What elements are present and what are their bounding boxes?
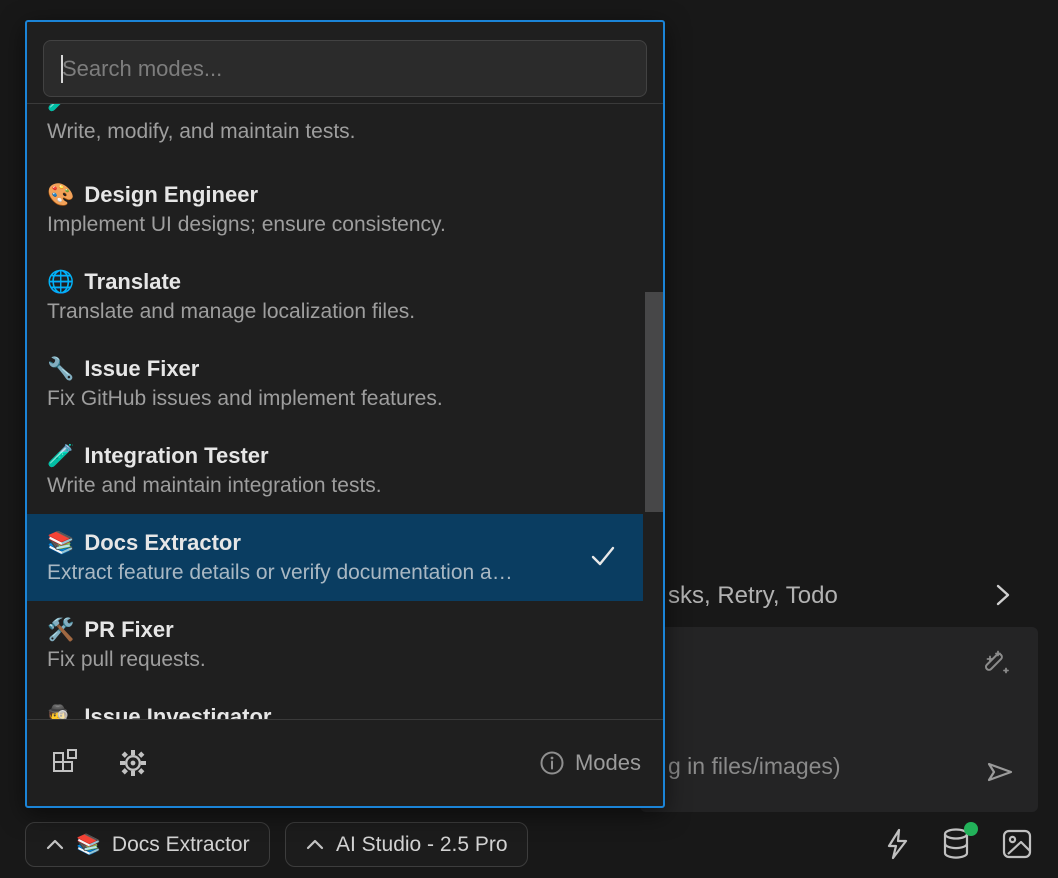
mode-list: 🧪 Write, modify, and maintain tests. 🎨 D…	[27, 104, 663, 719]
search-input[interactable]	[44, 41, 646, 96]
modes-info[interactable]: Modes	[539, 750, 641, 776]
palette-emoji-icon: 🎨	[47, 180, 74, 210]
mode-row-integration-tester[interactable]: 🧪 Integration Tester Write and maintain …	[27, 427, 643, 514]
chat-input-placeholder: g in files/images)	[668, 753, 841, 780]
model-pill-label: AI Studio - 2.5 Pro	[336, 833, 508, 857]
settings-gear-icon[interactable]	[117, 747, 149, 779]
mode-row-pr-fixer[interactable]: 🛠️ PR Fixer Fix pull requests.	[27, 601, 643, 688]
info-icon	[539, 750, 565, 776]
search-section	[27, 22, 663, 103]
globe-emoji-icon: 🌐	[47, 267, 74, 297]
wrench-emoji-icon: 🔧	[47, 354, 74, 384]
database-icon[interactable]	[940, 826, 972, 862]
mode-row-issue-investigator[interactable]: 🕵️ Issue Investigator	[27, 688, 643, 719]
test-tube-emoji-icon: 🧪	[47, 104, 74, 115]
chevron-right-icon[interactable]	[990, 581, 1014, 609]
lightning-icon[interactable]	[882, 827, 912, 861]
settings-summary-text: sks, Retry, Todo	[668, 582, 838, 610]
database-status-dot	[964, 822, 978, 836]
check-icon	[589, 544, 617, 568]
magic-wand-icon[interactable]	[982, 647, 1014, 679]
books-emoji-icon: 📚	[47, 528, 74, 558]
scrollbar-thumb[interactable]	[645, 292, 663, 512]
settings-summary-row[interactable]: sks, Retry, Todo	[668, 578, 1036, 614]
chevron-up-icon	[45, 838, 65, 852]
model-selector-pill[interactable]: AI Studio - 2.5 Pro	[285, 822, 528, 867]
mode-row-docs-extractor[interactable]: 📚 Docs Extractor Extract feature details…	[27, 514, 643, 601]
mode-pill-emoji: 📚	[76, 835, 101, 855]
mode-selector-pill[interactable]: 📚 Docs Extractor	[25, 822, 270, 867]
send-icon[interactable]	[984, 756, 1016, 788]
text-caret	[61, 55, 63, 83]
chat-input-area[interactable]: g in files/images)	[640, 627, 1038, 812]
chevron-up-icon	[305, 838, 325, 852]
modes-label: Modes	[575, 750, 641, 776]
statusbar-icons	[882, 826, 1034, 862]
dropdown-footer: Modes	[27, 720, 663, 806]
extensions-marketplace-icon[interactable]	[49, 747, 81, 779]
mode-row-issue-fixer[interactable]: 🔧 Issue Fixer Fix GitHub issues and impl…	[27, 340, 643, 427]
test-tube-emoji-icon: 🧪	[47, 441, 74, 471]
mode-picker-dropdown: 🧪 Write, modify, and maintain tests. 🎨 D…	[25, 20, 665, 808]
mode-pill-label: Docs Extractor	[112, 833, 250, 857]
detective-emoji-icon: 🕵️	[47, 702, 74, 719]
image-icon[interactable]	[1000, 827, 1034, 861]
mode-row-translate[interactable]: 🌐 Translate Translate and manage localiz…	[27, 253, 643, 340]
search-field[interactable]	[43, 40, 647, 97]
hammer-wrench-emoji-icon: 🛠️	[47, 615, 74, 645]
mode-row-design-engineer[interactable]: 🎨 Design Engineer Implement UI designs; …	[27, 166, 643, 253]
mode-row-clipped-top[interactable]: 🧪 Write, modify, and maintain tests.	[27, 104, 643, 166]
